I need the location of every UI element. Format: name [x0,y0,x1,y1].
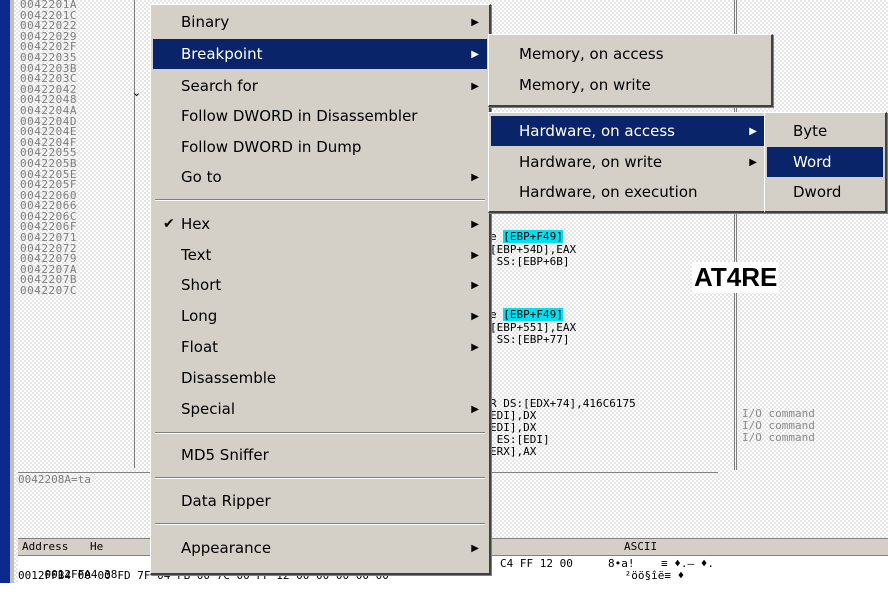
menu-separator [155,432,485,434]
chevron-right-icon: ▶ [471,171,479,183]
chevron-right-icon: ▶ [471,542,479,554]
column-header-hex[interactable]: He [90,540,103,553]
menu-item-follow-dword-disassembler[interactable]: Follow DWORD in Disassembler [153,101,487,131]
menu-item-appearance[interactable]: Appearance ▶ [153,533,487,563]
menu-item-hex[interactable]: ✔ Hex ▶ [153,209,487,239]
comment: I/O command [742,431,815,444]
code-line: e [EBP+F49] [490,308,563,321]
menu-item-breakpoint[interactable]: Breakpoint ▶ [153,39,487,69]
watermark: AT4RE [692,262,780,293]
dump-hex: C4 FF 12 00 [500,557,573,570]
menu-separator [155,523,485,525]
chevron-right-icon: ▶ [471,48,479,60]
code-line: R DS:[EDX+74],416C6175 [490,397,636,410]
menu-item-text[interactable]: Text ▶ [153,240,487,270]
chevron-right-icon: ▶ [471,80,479,92]
column-divider[interactable] [134,0,135,468]
code-line: e [EBP+F49] [490,230,563,243]
chevron-right-icon: ▶ [471,249,479,261]
dump-ascii: 8•a! ≡ ♦.— ♦. [608,557,714,570]
chevron-right-icon: ▶ [471,16,479,28]
code-line: SS:[EBP+77] [496,333,570,346]
code-line: EDI],DX [490,409,537,422]
menu-separator [155,199,485,201]
dump-ascii: ²öö§îë≡ ♦ [618,569,685,582]
menu-item-search-for[interactable]: Search for ▶ [153,71,487,101]
comment: I/O command [742,407,815,420]
checkmark-icon: ✔ [163,216,175,232]
chevron-right-icon: ▶ [749,156,757,168]
size-submenu: Byte Word Dword [764,112,887,213]
address-column: 0042201A 0042201C 00422022 00422029 0042… [20,0,130,468]
breakpoint-submenu: Memory, on access Memory, on write [488,34,773,107]
code-line: EDI],DX [490,421,537,434]
chevron-right-icon: ▶ [471,341,479,353]
menu-item-data-ripper[interactable]: Data Ripper [153,486,487,516]
window-frame-edge [0,0,14,583]
menu-item-go-to[interactable]: Go to ▶ [153,162,487,192]
chevron-right-icon: ▶ [471,279,479,291]
code-line: ERX],AX [490,445,537,458]
menu-item-memory-on-access[interactable]: Memory, on access [491,39,769,69]
menu-item-md5-sniffer[interactable]: MD5 Sniffer [153,440,487,470]
menu-item-disassemble[interactable]: Disassemble [153,363,487,393]
menu-item-hardware-on-access[interactable]: Hardware, on access ▶ [491,116,765,146]
comment: I/O command [742,419,815,432]
menu-item-special[interactable]: Special ▶ [153,394,487,424]
hardware-submenu: Hardware, on access ▶ Hardware, on write… [488,112,769,213]
code-line: ES:[EDI] [496,433,550,446]
menu-item-float[interactable]: Float ▶ [153,332,487,362]
menu-item-word[interactable]: Word [767,147,883,177]
address: 0042207C [20,284,77,298]
menu-item-long[interactable]: Long ▶ [153,301,487,331]
code-line: [EBP+551],EAX [490,321,577,334]
chevron-right-icon: ▶ [471,403,479,415]
menu-item-dword[interactable]: Dword [767,177,883,207]
column-header-address[interactable]: Address [22,540,68,553]
column-header-ascii[interactable]: ASCII [624,540,657,553]
menu-item-hardware-on-write[interactable]: Hardware, on write ▶ [491,147,765,177]
context-menu: Binary ▶ Breakpoint ▶ Search for ▶ Follo… [150,4,491,575]
menu-item-byte[interactable]: Byte [767,116,883,146]
menu-separator [155,477,485,479]
menu-item-follow-dword-dump[interactable]: Follow DWORD in Dump [153,132,487,162]
chevron-right-icon: ▶ [471,218,479,230]
menu-item-short[interactable]: Short ▶ [153,270,487,300]
chevron-right-icon: ▶ [471,310,479,322]
menu-item-binary[interactable]: Binary ▶ [153,7,487,37]
code-line: SS:[EBP+6B] [496,255,570,268]
chevron-right-icon: ▶ [749,125,757,137]
code-line: [EBP+54D],EAX [490,243,577,256]
chevron-down-icon: ⌄ [132,86,142,99]
menu-item-memory-on-write[interactable]: Memory, on write [491,70,769,100]
menu-item-hardware-on-execution[interactable]: Hardware, on execution [491,177,765,207]
